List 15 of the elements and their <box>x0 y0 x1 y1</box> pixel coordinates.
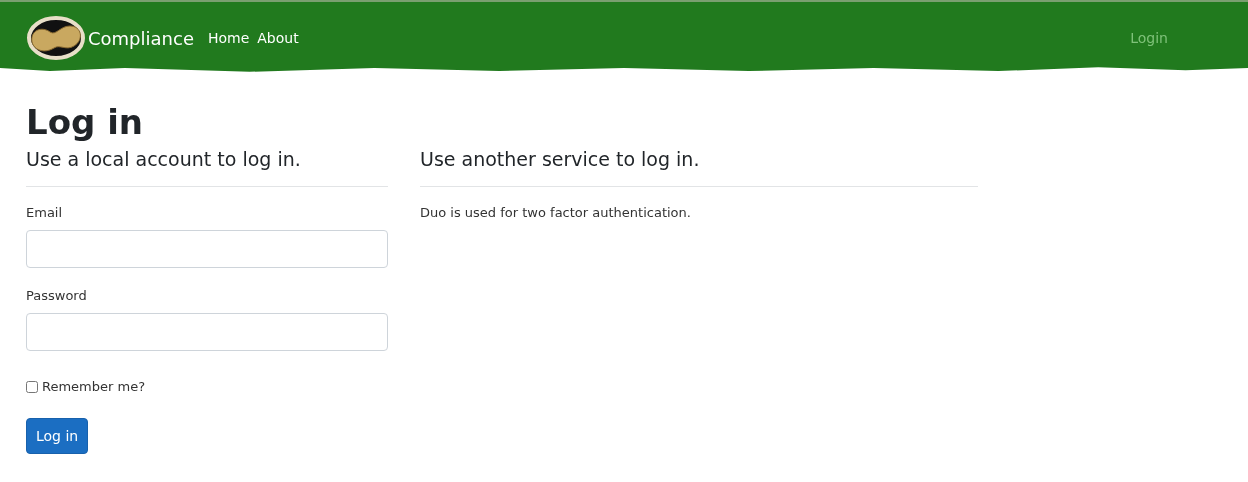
section-heading: Use another service to log in. <box>420 147 701 173</box>
checkbox-label: Remember me? <box>42 379 146 395</box>
input-field[interactable] <box>26 230 388 269</box>
peanut-logo-icon[interactable] <box>26 16 86 60</box>
info-text: Duo is used for two factor authentication. <box>420 205 692 221</box>
brand-link[interactable]: Compliance <box>88 27 194 49</box>
nav-link[interactable]: About <box>257 30 299 46</box>
page-title: Log in <box>26 104 145 142</box>
field-label: Password <box>26 288 88 304</box>
field-label: Email <box>26 205 64 221</box>
login-button[interactable]: Log in <box>26 418 89 455</box>
checkbox[interactable] <box>26 380 38 393</box>
section-heading: Use a local account to log in. <box>26 147 302 173</box>
nav-link[interactable]: Home <box>207 30 250 46</box>
input-field[interactable] <box>26 313 388 352</box>
